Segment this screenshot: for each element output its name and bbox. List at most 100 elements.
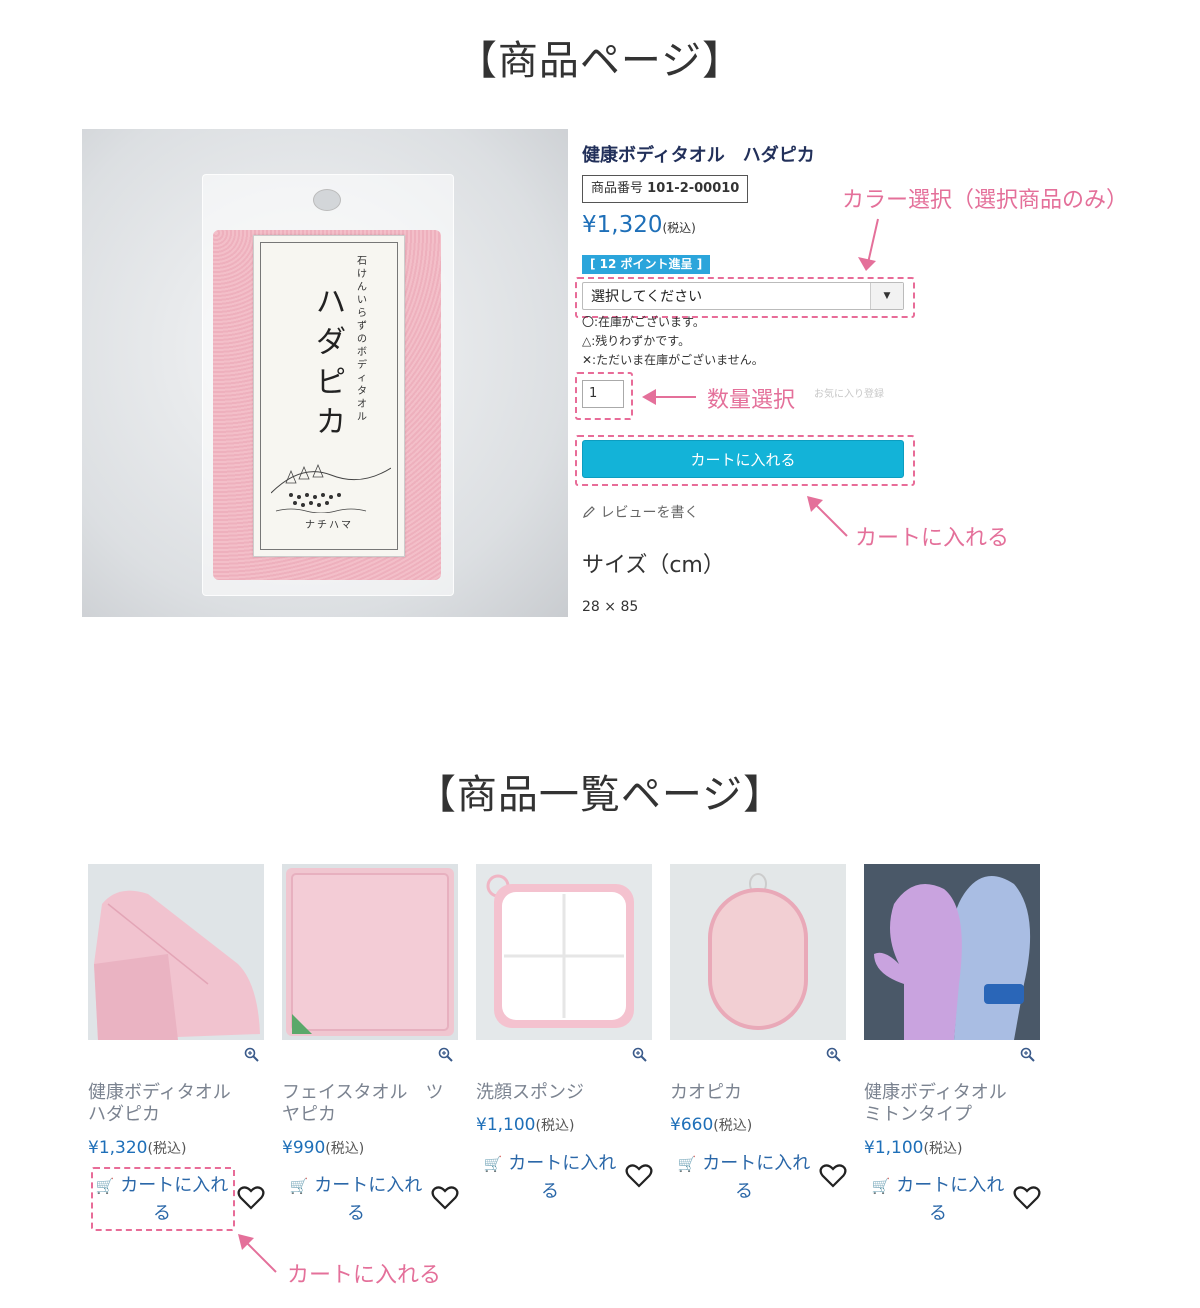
- add-to-cart-link[interactable]: 🛒 カートに入れ る: [864, 1172, 1012, 1227]
- zoom-icon[interactable]: [632, 1047, 648, 1063]
- package-bag: 石けんいらずのボディタオル ハダピカ ナチハマ: [202, 174, 454, 596]
- pencil-icon: [583, 506, 595, 518]
- name-line: 健康ボディタオル: [864, 1082, 1007, 1103]
- package-brand: ナチハマ: [305, 520, 353, 531]
- product-name: 健康ボディタオル ハダピカ: [582, 145, 815, 166]
- product-card-price: ¥1,100(税込): [476, 1115, 574, 1135]
- zoom-icon[interactable]: [438, 1047, 454, 1063]
- stock-note-out: ✕:ただいま在庫がございません。: [582, 353, 764, 367]
- product-card-name[interactable]: 健康ボディタオル ミトンタイプ: [864, 1082, 1040, 1126]
- tax-label: (税込): [713, 1118, 753, 1134]
- size-value: 28 × 85: [582, 599, 639, 615]
- tax-label: (税込): [923, 1141, 963, 1157]
- package-subtitle: 石けんいらずのボディタオル: [357, 256, 367, 423]
- mitten-gloves-image: [874, 876, 1031, 1040]
- add-to-cart-button[interactable]: カートに入れる: [582, 440, 904, 478]
- add-to-cart-link[interactable]: 🛒 カートに入れ る: [476, 1150, 624, 1205]
- cart-icon: 🛒: [871, 1177, 891, 1195]
- size-title: サイズ（cm）: [582, 553, 725, 578]
- name-line: ヤピカ: [282, 1104, 336, 1125]
- product-code-value: 101-2-00010: [647, 181, 740, 196]
- product-price: ¥1,320(税込): [582, 212, 696, 238]
- product-page-title: 【商品ページ】: [456, 38, 744, 84]
- heart-icon[interactable]: [1013, 1185, 1041, 1211]
- name-line: 洗顔スポンジ: [476, 1082, 584, 1103]
- cart-link-label: る: [735, 1181, 753, 1202]
- annotation-color-select: カラー選択（選択商品のみ）: [842, 188, 1129, 213]
- add-to-cart-link[interactable]: 🛒 カートに入れ る: [88, 1172, 236, 1227]
- add-to-cart-link[interactable]: 🛒 カートに入れ る: [670, 1150, 818, 1205]
- name-line: フェイスタオル ツ: [282, 1082, 444, 1103]
- product-card[interactable]: [670, 864, 846, 1040]
- annotation-arrow-cart-detail: [807, 496, 848, 537]
- white-square-sponge-image: [486, 874, 634, 1028]
- stock-note-available: 〇:在庫がございます。: [582, 315, 705, 329]
- annotation-arrow-cart-listing: [238, 1234, 277, 1273]
- package-illustration: [271, 463, 391, 513]
- add-to-cart-link[interactable]: 🛒 カートに入れ る: [282, 1172, 430, 1227]
- tax-label: (税込): [147, 1141, 187, 1157]
- product-price-value: ¥1,320: [582, 212, 663, 238]
- tax-label: (税込): [325, 1141, 365, 1157]
- chevron-down-icon[interactable]: ▼: [870, 283, 903, 309]
- product-card[interactable]: [476, 864, 652, 1040]
- annotation-arrow-color: [858, 218, 879, 271]
- heart-icon[interactable]: [819, 1163, 847, 1189]
- product-thumbnail[interactable]: [476, 864, 652, 1040]
- cart-link-label: る: [153, 1203, 171, 1224]
- favorite-ghost-text: お気に入り登録: [814, 389, 884, 400]
- pink-long-towel-image: [94, 890, 260, 1040]
- pink-oval-sponge-image: [708, 873, 808, 1030]
- price-value: ¥660: [670, 1115, 714, 1135]
- price-value: ¥1,100: [864, 1138, 924, 1158]
- heart-icon[interactable]: [237, 1185, 265, 1211]
- annotation-cart-detail: カートに入れる: [855, 526, 1010, 551]
- bag-hanger-hole: [313, 189, 341, 211]
- cart-link-label: る: [929, 1203, 947, 1224]
- heart-icon[interactable]: [431, 1185, 459, 1211]
- product-card-price: ¥1,320(税込): [88, 1138, 186, 1158]
- pink-face-towel-image: [286, 868, 454, 1036]
- annotation-cart-listing: カートに入れる: [287, 1263, 442, 1288]
- color-select[interactable]: 選択してください ▼: [582, 282, 904, 310]
- points-badge: [ 12 ポイント進呈 ]: [582, 255, 711, 274]
- product-card-name[interactable]: 健康ボディタオル ハダピカ: [88, 1082, 264, 1126]
- product-main-image[interactable]: 石けんいらずのボディタオル ハダピカ ナチハマ: [82, 129, 568, 617]
- name-line: 健康ボディタオル: [88, 1082, 231, 1103]
- price-value: ¥1,100: [476, 1115, 536, 1135]
- review-link[interactable]: レビューを書く: [582, 502, 698, 522]
- color-select-value: 選択してください: [591, 289, 703, 305]
- cart-icon: 🛒: [95, 1177, 115, 1195]
- product-thumbnail[interactable]: [88, 864, 264, 1040]
- stock-note-few: △:残りわずかです。: [582, 334, 691, 348]
- cart-link-label: る: [541, 1181, 559, 1202]
- tax-label: (税込): [535, 1118, 575, 1134]
- product-card-price: ¥660(税込): [670, 1115, 752, 1135]
- product-card[interactable]: [88, 864, 264, 1040]
- product-tax-label: (税込): [662, 221, 696, 235]
- product-thumbnail[interactable]: [864, 864, 1040, 1040]
- product-thumbnail[interactable]: [670, 864, 846, 1040]
- zoom-icon[interactable]: [1020, 1047, 1036, 1063]
- review-link-label: レビューを書く: [600, 505, 699, 521]
- quantity-input[interactable]: 1: [582, 380, 624, 408]
- zoom-icon[interactable]: [826, 1047, 842, 1063]
- annotation-arrow-quantity: [642, 389, 696, 405]
- heart-icon[interactable]: [625, 1163, 653, 1189]
- listing-page-title: 【商品一覧ページ】: [415, 772, 785, 818]
- cart-icon: 🛒: [483, 1155, 503, 1173]
- cart-link-label: カートに入れ: [702, 1153, 811, 1174]
- product-thumbnail[interactable]: [282, 864, 458, 1040]
- cart-link-label: カートに入れ: [508, 1153, 617, 1174]
- price-value: ¥1,320: [88, 1138, 148, 1158]
- cart-link-label: る: [347, 1203, 365, 1224]
- product-card-name[interactable]: 洗顔スポンジ: [476, 1082, 652, 1104]
- product-card-price: ¥1,100(税込): [864, 1138, 962, 1158]
- package-title: ハダピカ: [316, 285, 346, 440]
- name-line: ミトンタイプ: [864, 1104, 972, 1125]
- product-card[interactable]: [282, 864, 458, 1040]
- product-card[interactable]: [864, 864, 1040, 1040]
- product-card-name[interactable]: フェイスタオル ツ ヤピカ: [282, 1082, 458, 1126]
- zoom-icon[interactable]: [244, 1047, 260, 1063]
- product-card-name[interactable]: カオピカ: [670, 1082, 846, 1104]
